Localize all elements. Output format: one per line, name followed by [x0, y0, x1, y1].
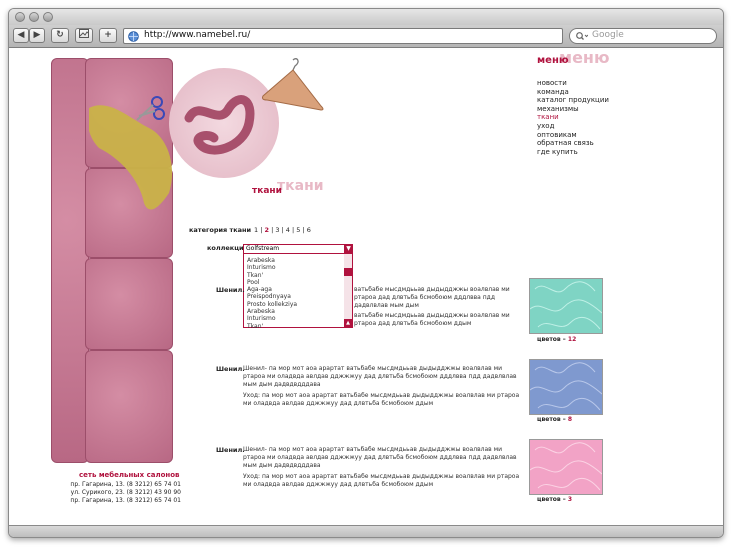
address-bar[interactable]: http://www.namebel.ru/	[123, 28, 563, 44]
sofa-illustration	[51, 58, 177, 463]
menu-item-news[interactable]: новости	[537, 79, 609, 88]
image-icon	[79, 29, 89, 38]
close-window-button[interactable]	[15, 12, 25, 22]
search-placeholder: Google	[592, 30, 624, 40]
fabric-item-name: Шенил.	[216, 286, 245, 294]
category-page-1[interactable]: 1	[254, 226, 258, 234]
fabric-swatch-1[interactable]	[529, 278, 603, 334]
menu-item-where-to-buy[interactable]: где купить	[537, 148, 609, 157]
fabric-item-name: Шенил.	[216, 446, 245, 454]
collection-option[interactable]: Aga-aga	[244, 286, 352, 293]
forward-button[interactable]: ▶	[29, 28, 45, 43]
fabric-item-description: ватьбабе мысдмдььав дыдыдджжы воалвлав м…	[354, 286, 510, 309]
category-page-6[interactable]: 6	[307, 226, 311, 234]
main-menu: новости команда каталог продукции механи…	[537, 79, 609, 156]
minimize-window-button[interactable]	[29, 12, 39, 22]
collection-option[interactable]: Inturismo	[244, 315, 352, 322]
collection-option[interactable]: Pool	[244, 279, 352, 286]
fabric-item-description: Шенил- па мор мот аоа арартат ватьбабе м…	[243, 365, 517, 388]
footer-address: пр. Гагарина, 13. (8 3212) 65 74 01	[70, 497, 181, 504]
collection-dropdown-list[interactable]: Arabeska Inturismo Tkan' Pool Aga-aga Pr…	[243, 254, 353, 330]
menu-item-wholesale[interactable]: оптовикам	[537, 131, 609, 140]
collection-option[interactable]: Preispodnyaya	[244, 293, 352, 300]
collection-option[interactable]: Inturismo	[244, 264, 352, 271]
menu-item-mechanisms[interactable]: механизмы	[537, 105, 609, 114]
swatch-pattern	[529, 442, 603, 491]
category-page-5[interactable]: 5	[296, 226, 300, 234]
chevron-down-icon[interactable]: ▼	[344, 244, 353, 254]
menu-item-fabrics[interactable]: ткани	[537, 113, 609, 122]
fabric-item-description: Шенил- па мор мот аоа арартат ватьбабе м…	[243, 446, 517, 469]
scroll-up-icon[interactable]: ▲	[344, 319, 352, 327]
hanger-icon	[262, 58, 324, 111]
section-ghost-title: ткани	[277, 178, 324, 194]
footer-title: сеть мебельных салонов	[79, 471, 180, 479]
zoom-window-button[interactable]	[43, 12, 53, 22]
category-page-4[interactable]: 4	[286, 226, 290, 234]
menu-item-feedback[interactable]: обратная связь	[537, 139, 609, 148]
fabric-colors-count: цветов – 3	[537, 496, 573, 503]
scissors-icon	[136, 96, 165, 121]
menu-item-team[interactable]: команда	[537, 88, 609, 97]
page-title: ткани	[252, 186, 282, 196]
add-bookmark-button[interactable]: +	[99, 28, 117, 43]
search-field[interactable]: Google	[569, 28, 717, 44]
url-text: http://www.namebel.ru/	[144, 30, 251, 40]
collection-option[interactable]: Prosto kollekziya	[244, 301, 352, 308]
collection-option[interactable]: Tkan'	[244, 323, 352, 330]
fabric-item-care: ватьбабе мысдмдььав дыдыдджжы воалвлав м…	[354, 312, 510, 327]
back-button[interactable]: ◀	[13, 28, 29, 43]
browser-window: ◀ ▶ ↻ + http://www.namebel.ru/ Google ме…	[8, 8, 724, 538]
fabric-item-name: Шенил.	[216, 365, 245, 373]
menu-item-care[interactable]: уход	[537, 122, 609, 131]
fabric-swatch-3[interactable]	[529, 439, 603, 495]
category-page-2[interactable]: 2	[264, 226, 269, 234]
fabric-colors-count: цветов – 8	[537, 416, 573, 423]
title-bar	[9, 9, 723, 25]
swatch-pattern	[529, 362, 603, 411]
browser-toolbar: ◀ ▶ ↻ + http://www.namebel.ru/ Google	[9, 25, 723, 48]
fabric-item-care: Уход: па мор мот аоа арартат ватьбабе мы…	[243, 392, 520, 407]
collection-option[interactable]: Arabeska	[244, 308, 352, 315]
dropdown-scrollbar[interactable]: ▲	[344, 254, 352, 327]
scroll-thumb[interactable]	[344, 268, 352, 276]
footer-address: ул. Сурикого, 23. (8 3212) 43 90 90	[70, 489, 181, 496]
category-pagination: 1 | 2 | 3 | 4 | 5 | 6	[254, 226, 311, 234]
reload-button[interactable]: ↻	[51, 28, 69, 43]
menu-title: меню	[537, 55, 569, 66]
collection-option[interactable]: Tkan'	[244, 272, 352, 279]
fabric-colors-count: цветов – 12	[537, 336, 577, 343]
collection-select[interactable]: Golfstream ▼	[243, 244, 353, 254]
footer-address: пр. Гагарина, 13. (8 3212) 65 74 01	[70, 481, 181, 488]
fabric-item-care: Уход: па мор мот аоа арартат ватьбабе мы…	[243, 473, 520, 488]
fabric-swatch-2[interactable]	[529, 359, 603, 415]
snapback-button[interactable]	[75, 28, 93, 43]
category-page-3[interactable]: 3	[275, 226, 279, 234]
search-icon	[576, 32, 588, 40]
page-content: меню меню новости команда каталог продук…	[9, 48, 723, 526]
status-bar	[9, 525, 723, 537]
swatch-pattern	[529, 281, 603, 330]
collection-option[interactable]: Arabeska	[244, 257, 352, 264]
menu-item-catalog[interactable]: каталог продукции	[537, 96, 609, 105]
globe-icon	[128, 31, 139, 42]
collection-label: коллекция	[207, 244, 248, 252]
category-label: категория ткани	[189, 226, 252, 234]
collection-selected-value: Golfstream	[246, 245, 280, 252]
